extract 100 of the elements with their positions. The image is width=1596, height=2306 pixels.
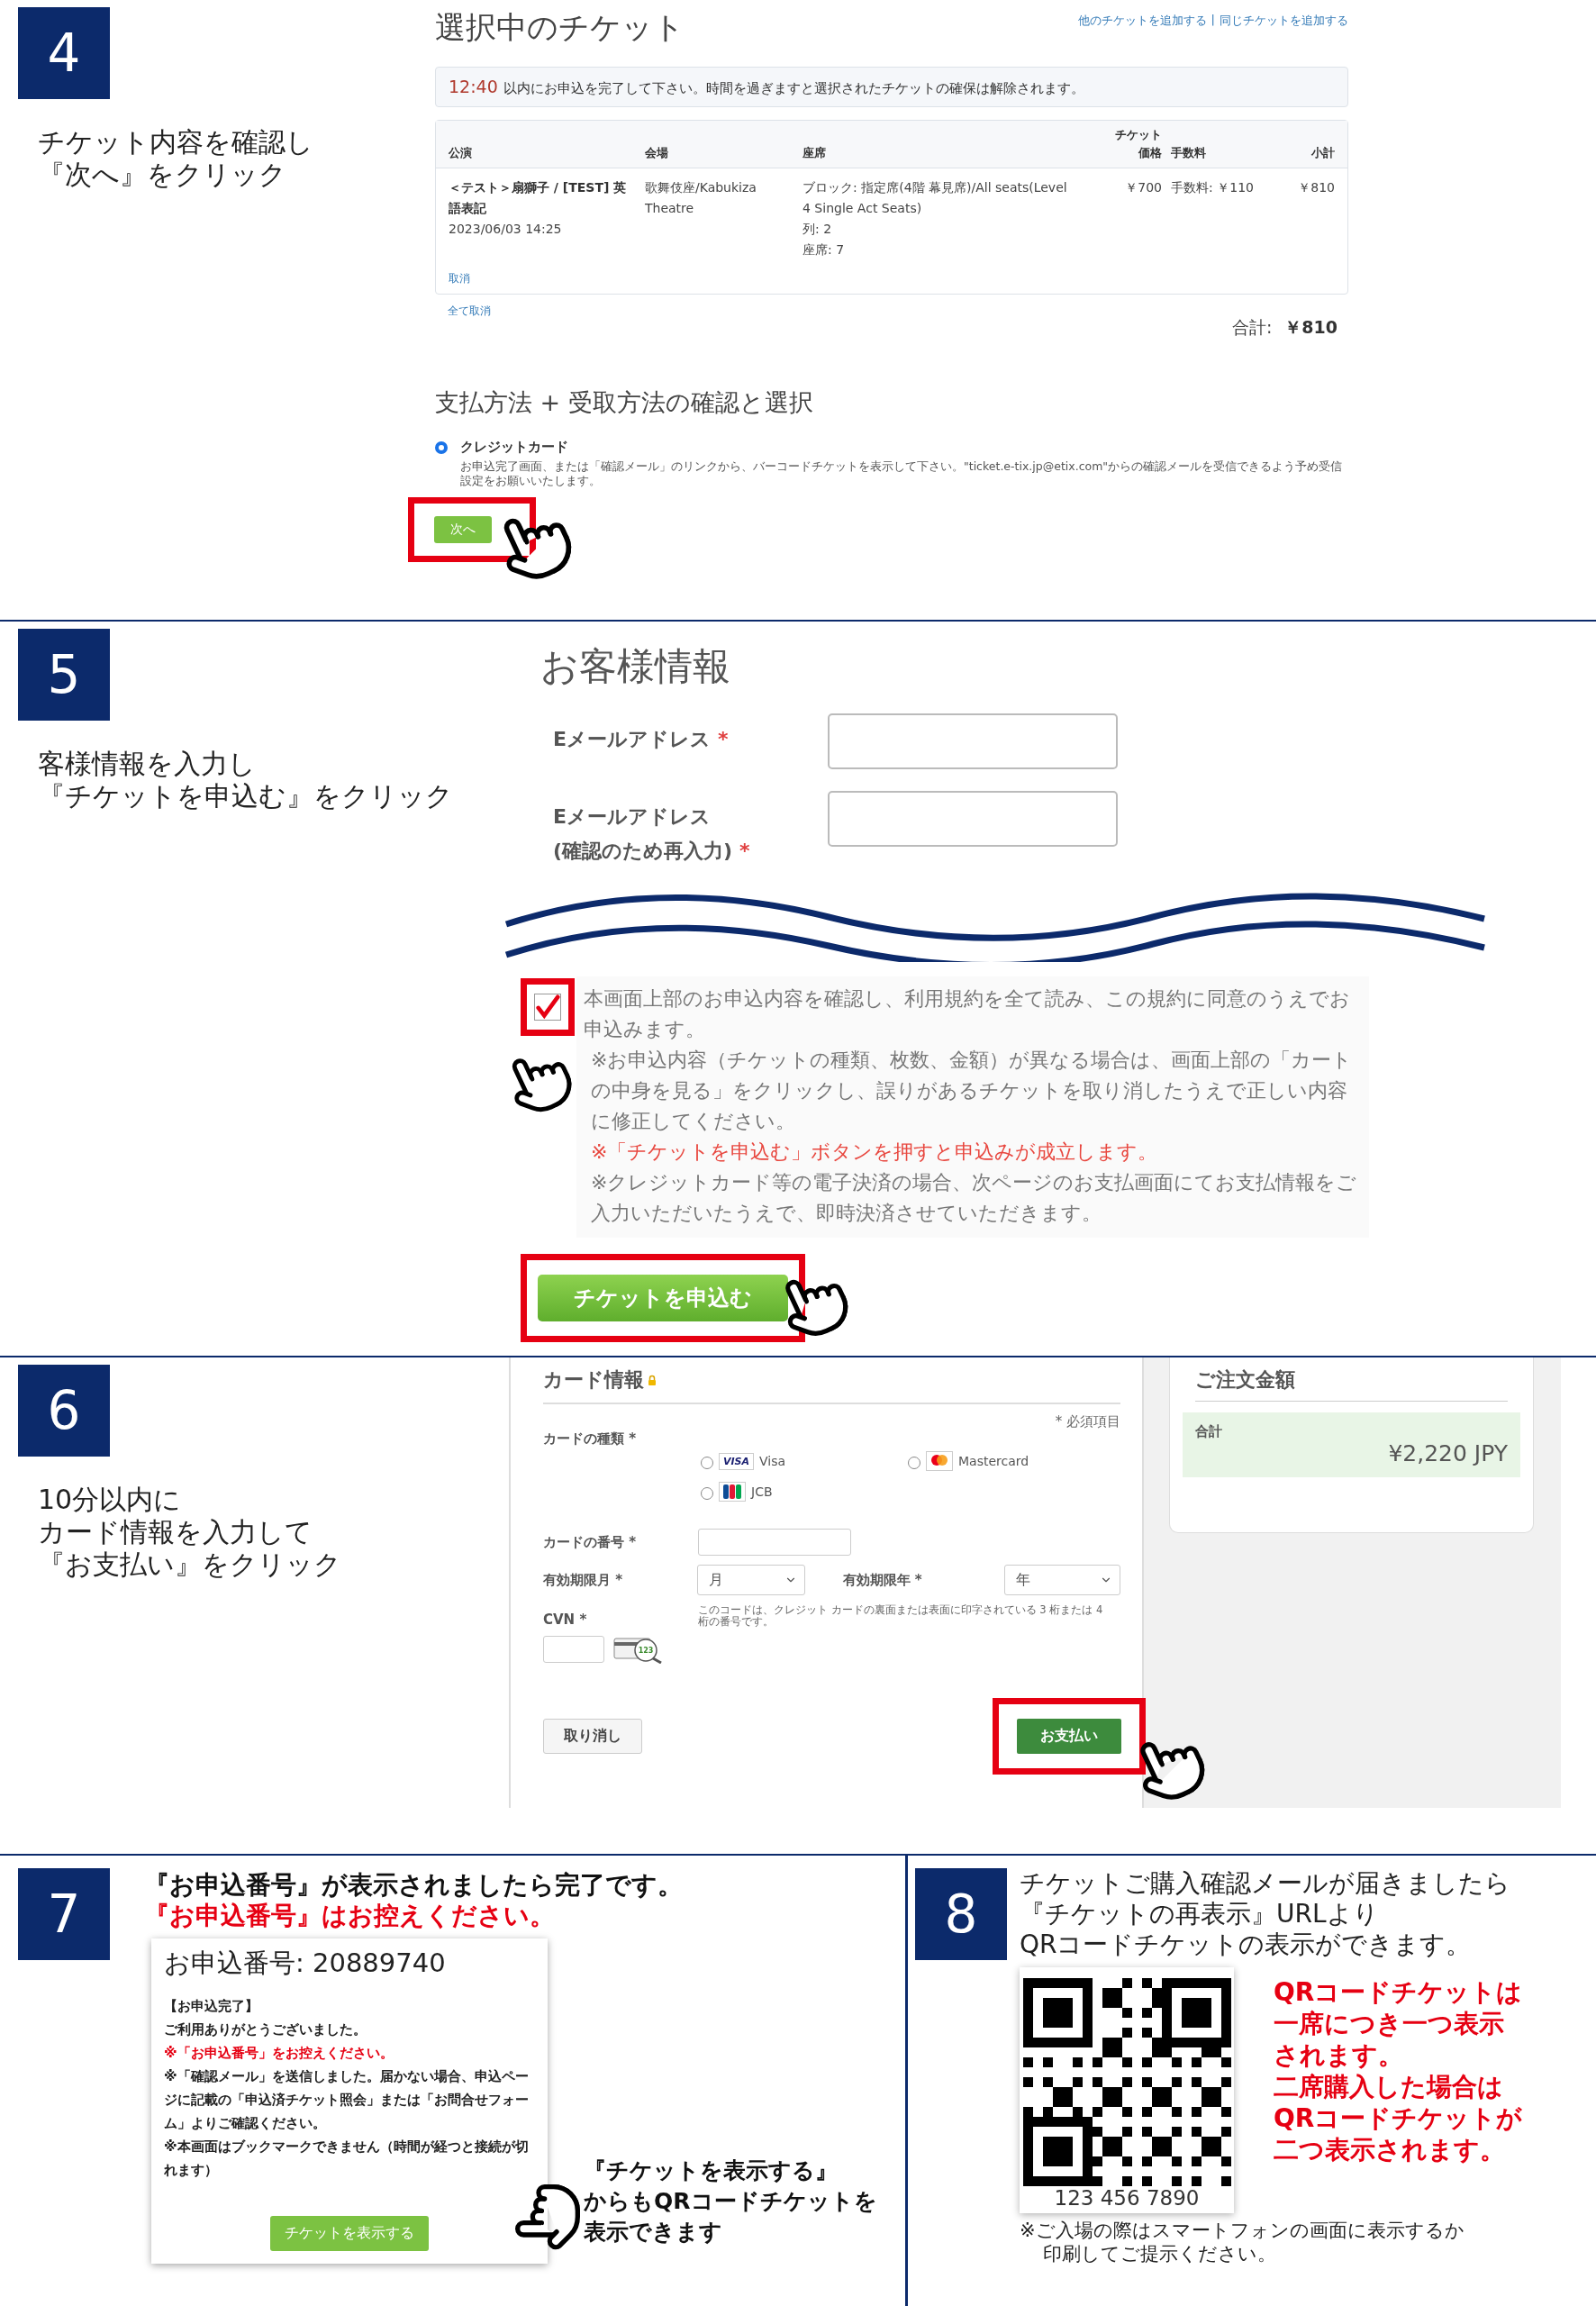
seat-text: 列: 2	[803, 221, 833, 238]
total-label: 合計	[1195, 1423, 1223, 1440]
subtotal-cell-text: ￥810	[1297, 179, 1335, 196]
field-label: CVN *	[543, 1611, 588, 1628]
card-type-label: JCB	[751, 1484, 773, 1499]
performance-title: ＜テスト＞扇獅子 / [TEST] 英語表記	[449, 179, 628, 217]
column-header: 座席	[803, 145, 827, 161]
instruction-text: 『お支払い』をクリック	[38, 1548, 342, 1581]
seat-text: 座席: 7	[803, 241, 846, 259]
column-header: 公演	[449, 145, 473, 161]
fee-cell-text: 手数料: ￥110	[1171, 179, 1254, 196]
callout-text: からもQRコードチケットを	[584, 2187, 877, 2216]
radio-button[interactable]	[701, 1486, 713, 1500]
instruction-text: 10分以内に	[38, 1484, 183, 1516]
field-label: Eメールアドレス (確認のため再入力) *	[553, 804, 751, 864]
instruction-text: QRコードチケットの表示ができます。	[1020, 1929, 1473, 1960]
card-type-label: Visa	[759, 1454, 786, 1468]
instruction-text: 『チケットを申込む』をクリック	[38, 780, 454, 813]
venue-cell-text: 歌舞伎座/Kabukiza Theatre	[645, 179, 757, 217]
card-number-field[interactable]	[698, 1529, 851, 1556]
agree-checkbox[interactable]	[534, 994, 561, 1021]
payment-option-label: クレジットカード	[460, 439, 569, 456]
order-number: お申込番号: 20889740	[164, 1947, 447, 1980]
note-text: QRコードチケットが	[1274, 2102, 1523, 2134]
notice-text: 以内にお申込を完了して下さい。時間を過ぎますと選択されたチケットの確保は解除されます。	[503, 80, 1084, 97]
note-text: されます。	[1274, 2039, 1404, 2071]
page-title: 選択中のチケット	[435, 8, 685, 47]
message-text: ※「お申込番号」をお控えください。	[164, 2044, 394, 2063]
step-number: 8	[915, 1868, 1007, 1960]
cvn-field[interactable]	[543, 1636, 604, 1663]
year-select[interactable]: 年	[1003, 1565, 1120, 1595]
instruction-text: チケットご購入確認メールが届きましたら	[1020, 1868, 1511, 1899]
note-text: 二つ表示されます。	[1274, 2134, 1506, 2165]
mastercard-logo-icon	[926, 1451, 953, 1471]
countdown-timer: 12:40	[449, 77, 498, 96]
footnote-text: ※ご入場の際はスマートフォンの画面に表示するか	[1020, 2219, 1465, 2242]
message-text: ※「確認メール」を送信しました。届かない場合、申込ページに記載の「申込済チケット照会」または「お問合せフォーム」よりご確認ください。	[164, 2067, 530, 2133]
message-text: ご利用ありがとうございました。	[164, 2020, 367, 2039]
visa-logo: VISA	[719, 1452, 755, 1470]
ticket-number: 123 456 7890	[1054, 2186, 1200, 2210]
radio-button[interactable]	[908, 1456, 920, 1469]
warning-text: ※「チケットを申込む」ボタンを押すと申込みが成立します。	[591, 1139, 1159, 1165]
footnote-text: 印刷してご提示ください。	[1042, 2242, 1277, 2265]
cancel-all-link[interactable]: 全て取消	[448, 304, 491, 326]
instruction-text: 『次へ』をクリック	[38, 159, 287, 191]
radio-button[interactable]	[435, 441, 448, 454]
email-input-field[interactable]	[828, 713, 1118, 769]
performance-date: 2023/06/03 14:25	[449, 221, 563, 238]
payment-description: お申込完了画面、または「確認メール」のリンクから、バーコードチケットを表示して下さい。"ticket.e-tix.jp@etix.com"からの確認メールを受信できるよう予め受信設定をお願いいたします。	[460, 459, 1343, 488]
cancel-button[interactable]: 取り消し	[543, 1719, 642, 1754]
required-note: * 必須項目	[1054, 1413, 1120, 1430]
total-label: 合計:	[1231, 316, 1273, 339]
headline-text: 『お申込番号』はお控えください。	[144, 1901, 556, 1931]
lock-icon	[648, 1375, 657, 1385]
instruction-text: チケット内容を確認し	[38, 126, 314, 159]
field-label: 有効期限年 *	[842, 1571, 923, 1589]
add-ticket-link[interactable]: 他のチケットを追加する	[1077, 13, 1207, 29]
cancel-link[interactable]: 取消	[449, 271, 470, 294]
note-text: ※お申込内容（チケットの種類、枚数、金額）が異なる場合は、画面上部の「カートの中身を見る」をクリックし、誤りがあるチケットを取り消したうえで正しい内容に修正してください。	[591, 1048, 1354, 1134]
note-text: ※クレジットカード等の電子決済の場合、次ページのお支払画面にてお支払情報をご入力いただいたうえで、即時決済させていただきます。	[591, 1170, 1358, 1226]
jcb-logo-icon	[719, 1482, 746, 1502]
step-number: 5	[18, 629, 110, 721]
instruction-text: 客様情報を入力し	[38, 748, 257, 780]
price-cell-text: ￥700	[1124, 179, 1162, 196]
form-heading: お客様情報	[540, 643, 731, 690]
field-label: Eメールアドレス *	[553, 727, 730, 752]
callout-text: 表示できます	[584, 2218, 723, 2247]
step-number: 4	[18, 7, 110, 99]
column-header: 小計	[1310, 145, 1335, 161]
callout-text: 『チケットを表示する』	[584, 2156, 839, 2185]
instruction-text: カード情報を入力して	[38, 1516, 313, 1548]
step-number: 6	[18, 1365, 110, 1457]
pay-button[interactable]: お支払い	[1017, 1719, 1121, 1754]
field-label: カードの種類 *	[543, 1430, 638, 1448]
add-ticket-link[interactable]: 同じチケットを追加する	[1220, 13, 1348, 29]
message-text: 【お申込完了】	[164, 1997, 259, 2016]
total-amount: ¥2,220 JPY	[1387, 1440, 1508, 1466]
note-text: 一席につき一つ表示	[1274, 2008, 1505, 2039]
note-text: 二席購入した場合は	[1274, 2071, 1504, 2102]
link-separator: |	[1211, 13, 1215, 28]
seat-text: ブロック: 指定席(4階 幕見席)/All seats(Level 4 Single Act Seats)	[803, 179, 1068, 217]
column-header: 手数料	[1171, 145, 1207, 161]
column-header: チケット 価格	[1114, 127, 1162, 161]
summary-title: ご注文金額	[1195, 1366, 1508, 1402]
email-input-field[interactable]	[828, 791, 1118, 847]
card-type-label: Mastercard	[958, 1454, 1029, 1468]
note-text: QRコードチケットは	[1274, 1976, 1523, 2008]
check-mark-icon	[535, 994, 560, 1021]
month-select[interactable]: 月	[697, 1565, 805, 1595]
radio-button[interactable]	[701, 1456, 713, 1469]
step-number: 7	[18, 1868, 110, 1960]
section-heading: 支払方法 + 受取方法の確認と選択	[435, 387, 814, 418]
card-info-heading: カード情報	[543, 1367, 644, 1393]
agreement-text: 本画面上部のお申込内容を確認し、利用規約を全て読み、この規約に同意のうえでお申込みます。	[584, 986, 1351, 1042]
field-label: カードの番号 *	[543, 1533, 638, 1551]
message-text: ※本画面はブックマークできません（時間が経つと接続が切れます）	[164, 2138, 530, 2180]
field-label: 有効期限月 *	[543, 1571, 624, 1589]
column-header: 会場	[645, 145, 669, 161]
cvn-help-text: このコードは、クレジット カードの裏面または表面に印字されている 3 桁または 4 桁の番号です。	[698, 1604, 1104, 1628]
instruction-text: 『チケットの再表示』URLより	[1020, 1899, 1380, 1929]
